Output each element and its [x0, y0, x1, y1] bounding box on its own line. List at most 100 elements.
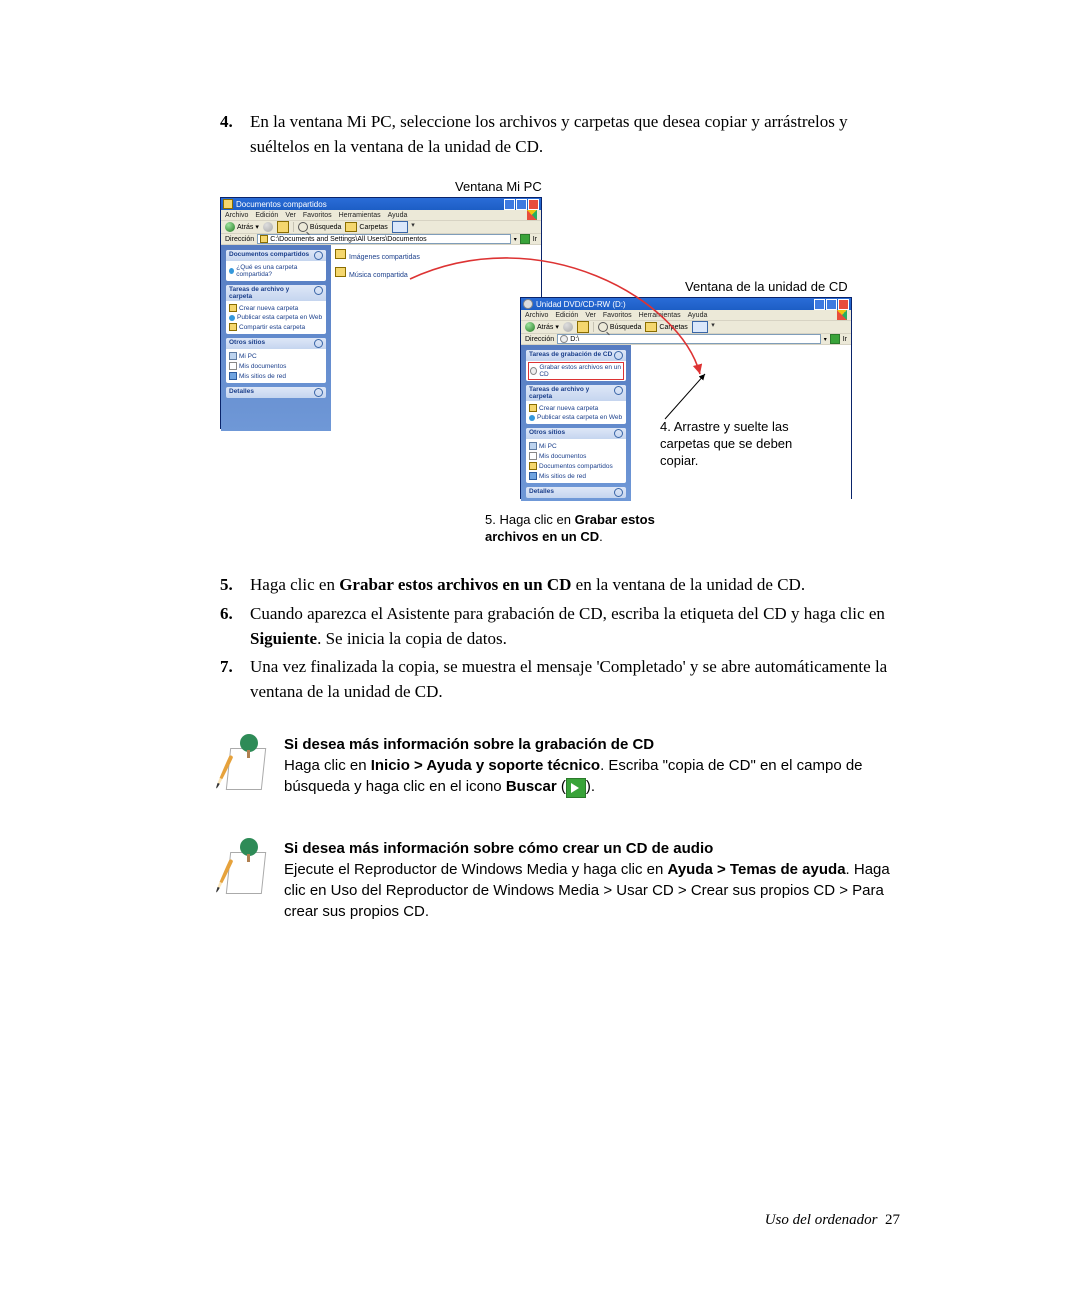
search-button[interactable]: Búsqueda: [598, 322, 642, 332]
views-button[interactable]: [392, 221, 408, 233]
tip-audio-cd: Si desea más información sobre cómo crea…: [220, 838, 900, 922]
cd-icon: [523, 299, 533, 309]
search-button[interactable]: Búsqueda: [298, 222, 342, 232]
go-button[interactable]: [830, 334, 840, 344]
footer: Uso del ordenador 27: [765, 1212, 900, 1229]
up-button[interactable]: [577, 321, 589, 333]
tip-cd-info: Si desea más información sobre la grabac…: [220, 734, 900, 797]
menu-item[interactable]: Favoritos: [603, 312, 632, 319]
addr-box[interactable]: D:\: [557, 334, 821, 344]
step-4: 4. En la ventana Mi PC, seleccione los a…: [220, 110, 900, 159]
chevron-icon[interactable]: [614, 386, 623, 395]
folder-content: Imágenes compartidas Música compartida: [331, 245, 541, 431]
caption-mipc: Ventana Mi PC: [455, 179, 542, 194]
panel-head: Documentos compartidos: [229, 251, 309, 260]
windows-logo-icon: [527, 210, 537, 220]
folder-item[interactable]: Música compartida: [335, 267, 537, 279]
minimize-button[interactable]: [504, 199, 515, 210]
task-link[interactable]: Compartir esta carpeta: [229, 322, 323, 332]
menu-item[interactable]: Ver: [285, 212, 296, 219]
task-burn-cd[interactable]: Grabar estos archivos en un CD: [529, 363, 623, 379]
chevron-icon[interactable]: [314, 251, 323, 260]
forward-button[interactable]: [563, 322, 573, 332]
folders-button[interactable]: Carpetas: [345, 222, 387, 232]
panel-shared: Documentos compartidos ¿Qué es una carpe…: [226, 250, 326, 281]
task-sidebar: Tareas de grabación de CD Grabar estos a…: [521, 345, 631, 501]
folder-item[interactable]: Imágenes compartidas: [335, 249, 537, 261]
menu-item[interactable]: Herramientas: [639, 312, 681, 319]
chevron-icon[interactable]: [314, 339, 323, 348]
maximize-button[interactable]: [516, 199, 527, 210]
chevron-icon[interactable]: [614, 488, 623, 497]
task-link[interactable]: ¿Qué es una carpeta compartida?: [229, 263, 323, 279]
caption-cd: Ventana de la unidad de CD: [685, 279, 848, 294]
go-button[interactable]: [520, 234, 530, 244]
task-sidebar: Documentos compartidos ¿Qué es una carpe…: [221, 245, 331, 431]
titlebar: Documentos compartidos: [221, 198, 541, 210]
forward-button[interactable]: [263, 222, 273, 232]
task-link[interactable]: Mis documentos: [229, 361, 323, 371]
step-5: 5. Haga clic en Grabar estos archivos en…: [220, 573, 900, 598]
back-button[interactable]: Atrás ▾: [525, 322, 559, 332]
panel-filetasks: Tareas de archivo y carpeta Crear nueva …: [226, 285, 326, 334]
menu-item[interactable]: Herramientas: [339, 212, 381, 219]
up-button[interactable]: [277, 221, 289, 233]
chevron-icon[interactable]: [614, 351, 623, 360]
task-link[interactable]: Mis documentos: [529, 451, 623, 461]
windows-logo-icon: [837, 310, 847, 320]
search-arrow-icon: [566, 778, 586, 798]
figure: Ventana Mi PC Ventana de la unidad de CD…: [220, 179, 860, 549]
views-button[interactable]: [692, 321, 708, 333]
tip-heading: Si desea más información sobre cómo crea…: [284, 838, 900, 859]
menu-item[interactable]: Archivo: [525, 312, 548, 319]
window-mipc: Documentos compartidos Archivo Edición V…: [220, 197, 542, 429]
folders-button[interactable]: Carpetas: [645, 322, 687, 332]
panel-burncd: Tareas de grabación de CD Grabar estos a…: [526, 350, 626, 381]
menu-item[interactable]: Edición: [255, 212, 278, 219]
note-icon: [220, 838, 270, 898]
menu-item[interactable]: Ayuda: [388, 212, 408, 219]
task-link[interactable]: Crear nueva carpeta: [529, 403, 623, 413]
step-6: 6. Cuando aparezca el Asistente para gra…: [220, 602, 900, 651]
maximize-button[interactable]: [826, 299, 837, 310]
task-link[interactable]: Mis sitios de red: [529, 471, 623, 481]
back-button[interactable]: Atrás ▾: [225, 222, 259, 232]
task-link[interactable]: Publicar esta carpeta en Web: [529, 413, 623, 422]
task-link[interactable]: Publicar esta carpeta en Web: [229, 313, 323, 322]
tip-body: Ejecute el Reproductor de Windows Media …: [284, 859, 900, 922]
menu-item[interactable]: Favoritos: [303, 212, 332, 219]
tip-heading: Si desea más información sobre la grabac…: [284, 734, 900, 755]
note-icon: [220, 734, 270, 794]
window-title: Unidad DVD/CD-RW (D:): [536, 300, 626, 309]
chevron-icon[interactable]: [614, 429, 623, 438]
titlebar: Unidad DVD/CD-RW (D:): [521, 298, 851, 310]
panel-head: Otros sitios: [229, 339, 265, 348]
close-button[interactable]: [528, 199, 539, 210]
menu-item[interactable]: Ayuda: [688, 312, 708, 319]
toolbar: Atrás ▾ Búsqueda Carpetas: [221, 221, 541, 234]
panel-filetasks: Tareas de archivo y carpeta Crear nueva …: [526, 385, 626, 424]
menu-item[interactable]: Archivo: [225, 212, 248, 219]
step-text: En la ventana Mi PC, seleccione los arch…: [250, 110, 900, 159]
panel-details: Detalles: [526, 487, 626, 498]
step-7: 7. Una vez finalizada la copia, se muest…: [220, 655, 900, 704]
panel-head: Detalles: [529, 488, 554, 497]
task-link[interactable]: Documentos compartidos: [529, 461, 623, 471]
minimize-button[interactable]: [814, 299, 825, 310]
addr-label: Dirección: [525, 336, 554, 343]
addressbar: Dirección D:\ ▾ Ir: [521, 334, 851, 345]
menu-item[interactable]: Edición: [555, 312, 578, 319]
task-link[interactable]: Crear nueva carpeta: [229, 303, 323, 313]
task-link[interactable]: Mis sitios de red: [229, 371, 323, 381]
task-link[interactable]: Mi PC: [229, 351, 323, 361]
chevron-icon[interactable]: [314, 388, 323, 397]
chevron-icon[interactable]: [314, 286, 323, 295]
panel-head: Otros sitios: [529, 429, 565, 438]
window-title: Documentos compartidos: [236, 200, 327, 209]
menubar: Archivo Edición Ver Favoritos Herramient…: [221, 210, 541, 221]
step-number: 4.: [220, 110, 250, 159]
menu-item[interactable]: Ver: [585, 312, 596, 319]
addr-box[interactable]: C:\Documents and Settings\All Users\Docu…: [257, 234, 511, 244]
task-link[interactable]: Mi PC: [529, 441, 623, 451]
close-button[interactable]: [838, 299, 849, 310]
